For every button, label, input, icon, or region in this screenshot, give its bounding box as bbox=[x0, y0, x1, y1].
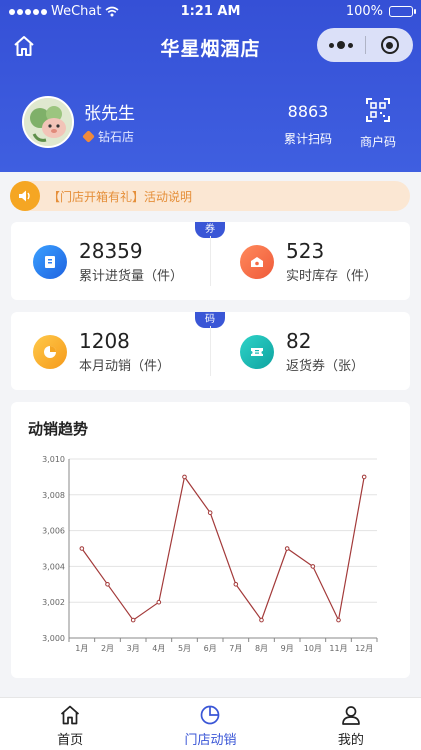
y-tick-label: 3,006 bbox=[42, 527, 65, 536]
data-point bbox=[259, 617, 264, 623]
sales-trend-card: 动销趋势 3,000 3,002 3,004 3,006 3,008 3,010 1月 2月 3… bbox=[11, 402, 410, 678]
stat-label: 返货券（张） bbox=[286, 359, 365, 374]
x-tick-label: 11月 bbox=[329, 644, 347, 653]
user-name: 张先生 bbox=[84, 104, 135, 124]
tab-label: 首页 bbox=[57, 733, 84, 748]
tab-profile[interactable]: 我的 bbox=[281, 698, 421, 750]
y-tick-label: 3,008 bbox=[42, 491, 65, 500]
more-icon[interactable] bbox=[317, 28, 365, 62]
data-point bbox=[207, 510, 213, 515]
x-tick-label: 9月 bbox=[281, 644, 294, 653]
stat-value: 523 bbox=[286, 239, 325, 263]
data-point bbox=[284, 546, 290, 551]
pie-chart-icon bbox=[201, 705, 220, 725]
x-tick-label: 3月 bbox=[127, 644, 140, 653]
profile-info: 张先生 钻石店 bbox=[82, 99, 135, 145]
tab-bar: 首页 门店动销 我的 bbox=[0, 697, 421, 750]
card-divider bbox=[210, 236, 211, 286]
data-point bbox=[336, 617, 341, 623]
x-tick-label: 7月 bbox=[229, 644, 242, 653]
data-point bbox=[105, 582, 110, 587]
x-tick-label: 4月 bbox=[152, 644, 165, 653]
home-icon bbox=[61, 705, 80, 725]
profile: 张先生 钻石店 bbox=[22, 96, 135, 148]
speaker-icon bbox=[10, 181, 40, 211]
x-tick-label: 8月 bbox=[255, 644, 268, 653]
data-point bbox=[233, 582, 239, 587]
card-divider bbox=[210, 326, 211, 376]
store-level-label: 钻石店 bbox=[98, 130, 135, 144]
stat-value: 28359 bbox=[79, 239, 143, 263]
avatar[interactable] bbox=[22, 96, 74, 148]
x-tick-label: 5月 bbox=[178, 644, 191, 653]
pie-icon bbox=[33, 335, 67, 369]
stat-label: 累计进货量（件） bbox=[79, 269, 184, 284]
nav-bar: 华星烟酒店 bbox=[0, 26, 421, 68]
user-icon bbox=[341, 706, 360, 725]
stat-total-purchase[interactable]: 28359 累计进货量（件） bbox=[33, 240, 183, 284]
tab-label: 门店动销 bbox=[184, 733, 237, 748]
notice-text: 【门店开箱有礼】活动说明 bbox=[48, 189, 193, 204]
tab-label: 我的 bbox=[337, 733, 364, 748]
scan-count-value: 8863 bbox=[287, 102, 329, 121]
data-point bbox=[310, 564, 316, 569]
data-point bbox=[130, 617, 136, 623]
close-icon[interactable] bbox=[366, 28, 413, 62]
tab-home[interactable]: 首页 bbox=[0, 698, 140, 750]
y-tick-label: 3,010 bbox=[42, 455, 65, 464]
stat-value: 1208 bbox=[79, 329, 130, 353]
y-tick-label: 3,000 bbox=[42, 634, 65, 643]
battery-percent: 100% bbox=[345, 4, 383, 19]
stat-return-coupons[interactable]: 82 返货券（张） bbox=[240, 330, 364, 374]
box-icon bbox=[33, 245, 67, 279]
x-tick-label: 2月 bbox=[101, 644, 114, 653]
tab-store-sales[interactable]: 门店动销 bbox=[140, 698, 280, 750]
stats-card-coupon: 券 28359 累计进货量（件） 523 实时库存（件） bbox=[11, 222, 410, 300]
status-right: 100% bbox=[345, 4, 416, 19]
header: WeChat 1:21 AM 100% 华星烟酒店 张先生 钻石店 8863 累… bbox=[0, 0, 421, 172]
x-tick-label: 6月 bbox=[204, 644, 217, 653]
battery-icon bbox=[389, 6, 416, 17]
x-tick-label: 10月 bbox=[304, 644, 322, 653]
scan-count-label: 累计扫码 bbox=[283, 132, 332, 146]
scan-count-button[interactable]: 8863 累计扫码 bbox=[280, 102, 336, 147]
stat-value: 82 bbox=[286, 329, 312, 353]
stats-card-code: 码 1208 本月动销（件） 82 返货券（张） bbox=[11, 312, 410, 390]
x-tick-label: 1月 bbox=[75, 644, 88, 653]
store-level: 钻石店 bbox=[82, 128, 135, 145]
status-bar: WeChat 1:21 AM 100% bbox=[0, 0, 421, 24]
qr-code-icon bbox=[366, 98, 390, 122]
ticket-icon bbox=[240, 335, 274, 369]
stat-label: 实时库存（件） bbox=[286, 269, 378, 284]
diamond-icon bbox=[82, 130, 95, 143]
warehouse-icon bbox=[240, 245, 274, 279]
data-point bbox=[182, 474, 187, 480]
data-point bbox=[361, 474, 367, 480]
data-point bbox=[156, 599, 162, 605]
y-tick-label: 3,004 bbox=[42, 562, 65, 571]
data-point bbox=[79, 546, 85, 551]
stat-realtime-stock[interactable]: 523 实时库存（件） bbox=[240, 240, 377, 284]
merchant-code-label: 商户码 bbox=[359, 135, 396, 149]
stat-label: 本月动销（件） bbox=[79, 359, 171, 374]
mini-program-capsule bbox=[317, 28, 413, 62]
merchant-code-button[interactable]: 商户码 bbox=[356, 98, 400, 150]
series-line bbox=[81, 475, 365, 623]
x-tick-label: 12月 bbox=[355, 644, 373, 653]
sales-trend-chart: 3,000 3,002 3,004 3,006 3,008 3,010 1月 2月 3月 4月 5月… bbox=[42, 455, 378, 653]
activity-notice[interactable]: 【门店开箱有礼】活动说明 bbox=[10, 181, 410, 211]
stat-monthly-sales[interactable]: 1208 本月动销（件） bbox=[33, 330, 170, 374]
y-tick-label: 3,002 bbox=[42, 598, 65, 607]
